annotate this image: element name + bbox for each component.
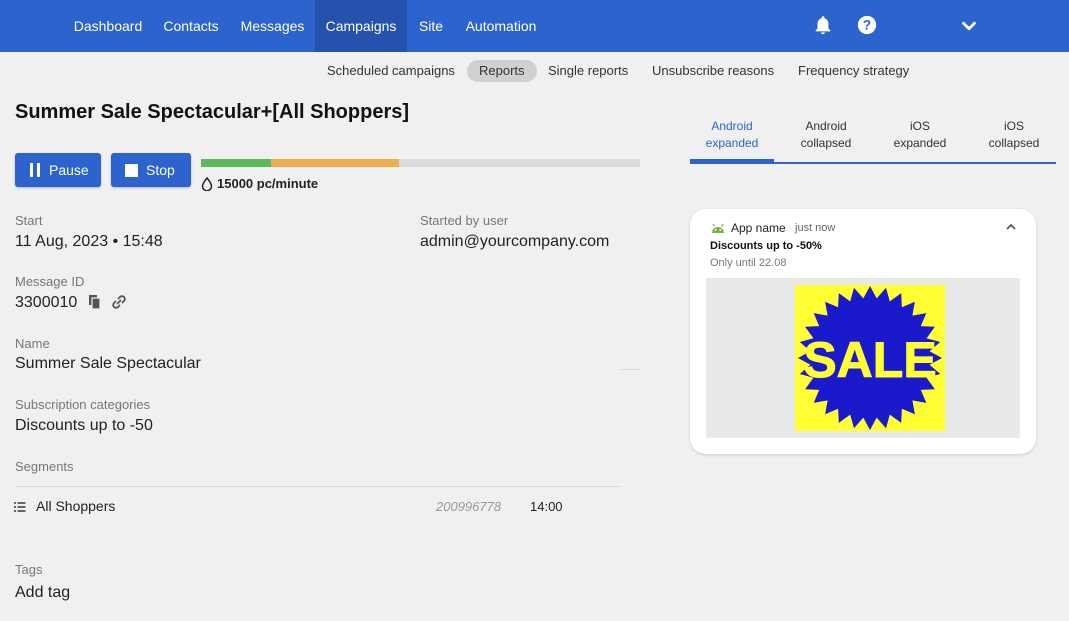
notification-app-name: App name — [731, 221, 786, 235]
divider — [620, 369, 640, 370]
tab-label-line1: iOS — [909, 119, 930, 133]
subnav-single-reports[interactable]: Single reports — [536, 60, 640, 82]
tab-android-collapsed[interactable]: Android collapsed — [784, 116, 868, 162]
started-by-value: admin@yourcompany.com — [420, 233, 610, 250]
send-rate: 15000 pc/minute — [201, 176, 318, 191]
nav-item-dashboard[interactable]: Dashboard — [64, 0, 152, 52]
nav-item-automation[interactable]: Automation — [455, 0, 547, 52]
list-icon — [14, 502, 26, 512]
tab-label-line1: Android — [805, 119, 847, 133]
send-rate-label: 15000 pc/minute — [217, 176, 319, 191]
top-navigation-bar: Dashboard Contacts Messages Campaigns Si… — [0, 0, 1069, 52]
started-by-label: Started by user — [420, 213, 509, 228]
tab-ios-expanded[interactable]: iOS expanded — [878, 116, 962, 162]
progress-pending-segment — [271, 159, 399, 167]
segment-name: All Shoppers — [36, 498, 116, 514]
nav-item-messages[interactable]: Messages — [230, 0, 315, 52]
tab-label-line2: expanded — [705, 136, 759, 150]
notification-title: Discounts up to -50% — [710, 240, 822, 252]
name-value: Summer Sale Spectacular — [15, 355, 201, 372]
android-icon — [712, 223, 724, 233]
subnav-unsubscribe-reasons[interactable]: Unsubscribe reasons — [640, 60, 786, 82]
tab-label-line1: Android — [711, 119, 753, 133]
segment-row: All Shoppers 200996778 14:00 — [14, 497, 624, 517]
tab-ios-collapsed[interactable]: iOS collapsed — [972, 116, 1056, 162]
tab-label-line1: iOS — [1003, 119, 1024, 133]
segments-label: Segments — [15, 459, 74, 474]
notification-preview-card: App name just now Discounts up to -50% O… — [690, 209, 1036, 454]
stop-button-label: Stop — [146, 162, 175, 178]
pause-icon — [30, 163, 40, 177]
nav-item-campaigns[interactable]: Campaigns — [315, 0, 407, 52]
stop-icon — [125, 163, 138, 177]
message-id-label: Message ID — [15, 274, 85, 289]
subscription-categories-label: Subscription categories — [15, 397, 151, 412]
chevron-down-icon[interactable] — [958, 15, 980, 37]
tab-label-line2: collapsed — [800, 136, 852, 150]
segment-time: 14:00 — [530, 499, 563, 514]
help-icon[interactable]: ? — [856, 14, 878, 36]
notification-image-area: SALE — [706, 278, 1020, 438]
tab-android-expanded[interactable]: Android expanded — [690, 116, 774, 162]
sale-banner-image: SALE — [795, 285, 945, 431]
chevron-up-icon[interactable] — [1005, 222, 1017, 232]
progress-sent-segment — [201, 159, 272, 167]
sale-image-text: SALE — [803, 332, 936, 388]
name-label: Name — [15, 336, 50, 351]
bell-icon[interactable] — [812, 14, 834, 36]
nav-item-site[interactable]: Site — [407, 0, 455, 52]
tab-label-line2: collapsed — [988, 136, 1040, 150]
segment-count: 200996778 — [436, 499, 502, 514]
preview-tabs: Android expanded Android collapsed iOS e… — [690, 116, 1056, 164]
start-label: Start — [15, 213, 43, 228]
nav-item-contacts[interactable]: Contacts — [152, 0, 230, 52]
pause-button[interactable]: Pause — [15, 153, 101, 187]
message-id-value: 3300010 — [15, 294, 78, 311]
subnav-scheduled-campaigns[interactable]: Scheduled campaigns — [315, 60, 467, 82]
notification-body: Only until 22.08 — [710, 257, 787, 269]
tags-label: Tags — [15, 562, 43, 577]
subscription-categories-value: Discounts up to -50 — [15, 417, 153, 434]
copy-icon[interactable] — [88, 294, 102, 310]
drop-icon — [201, 176, 213, 191]
svg-text:?: ? — [863, 18, 871, 33]
add-tag-link[interactable]: Add tag — [15, 584, 70, 602]
sending-progress-bar — [201, 159, 640, 167]
pause-button-label: Pause — [49, 162, 89, 178]
page-title: Summer Sale Spectacular+[All Shoppers] — [15, 101, 410, 123]
notification-time: just now — [795, 222, 836, 234]
subnav-frequency-strategy[interactable]: Frequency strategy — [786, 60, 921, 82]
start-value: 11 Aug, 2023 • 15:48 — [15, 233, 163, 250]
tab-label-line2: expanded — [893, 136, 947, 150]
stop-button[interactable]: Stop — [111, 153, 191, 187]
link-icon[interactable] — [111, 294, 127, 310]
segments-divider — [15, 486, 621, 487]
subnav-reports[interactable]: Reports — [467, 60, 537, 82]
